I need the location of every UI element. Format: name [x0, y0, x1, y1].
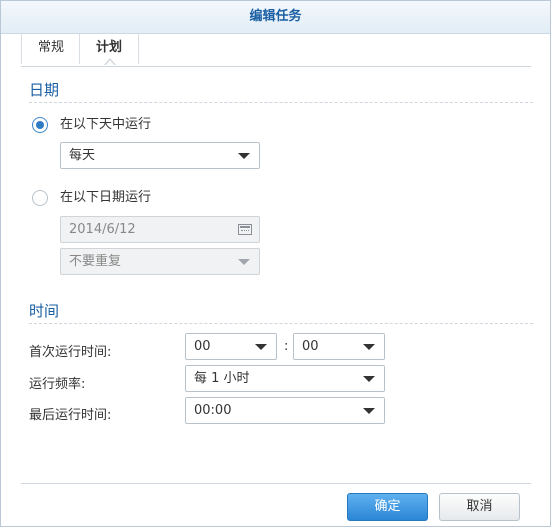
first-run-hour-value: 00 — [194, 339, 211, 354]
frequency-label: 运行频率: — [29, 377, 86, 392]
first-run-minute-select[interactable]: 00 — [293, 333, 385, 360]
first-run-hour-select[interactable]: 00 — [185, 333, 277, 360]
time-separator: : — [284, 339, 289, 354]
edit-task-dialog: 编辑任务 常规 计划 日期 在以下天中运行 每天 在以下日期运行 2014/6/… — [0, 0, 551, 527]
chevron-down-icon — [363, 344, 375, 350]
date-input[interactable]: 2014/6/12 — [60, 216, 260, 243]
chevron-down-icon — [363, 376, 375, 382]
days-select[interactable]: 每天 — [60, 142, 260, 169]
last-run-time-label: 最后运行时间: — [29, 408, 112, 423]
active-tab-indicator — [104, 58, 116, 66]
date-input-value: 2014/6/12 — [69, 222, 136, 237]
tab-bar: 常规 计划 — [21, 34, 531, 67]
first-run-time-label: 首次运行时间: — [29, 345, 112, 360]
first-run-minute-value: 00 — [302, 339, 319, 354]
run-on-days-label: 在以下天中运行 — [60, 117, 152, 132]
chevron-down-icon — [363, 408, 375, 414]
frequency-select[interactable]: 每 1 小时 — [185, 365, 385, 392]
date-section-divider — [29, 102, 533, 103]
title-bar[interactable]: 编辑任务 — [1, 1, 550, 34]
frequency-value: 每 1 小时 — [194, 371, 250, 386]
dialog-title: 编辑任务 — [249, 9, 302, 24]
run-on-date-label: 在以下日期运行 — [60, 190, 152, 205]
time-section-divider — [29, 323, 533, 324]
footer-divider — [21, 483, 531, 484]
days-select-value: 每天 — [69, 148, 96, 163]
chevron-down-icon — [255, 344, 267, 350]
cancel-button[interactable]: 取消 — [439, 493, 520, 521]
time-section-title: 时间 — [29, 302, 60, 320]
repeat-select-value: 不要重复 — [69, 254, 122, 269]
ok-button[interactable]: 确定 — [347, 493, 428, 521]
run-on-date-radio[interactable] — [32, 190, 48, 206]
tab-general[interactable]: 常规 — [21, 34, 80, 64]
chevron-down-icon — [238, 153, 250, 159]
repeat-select[interactable]: 不要重复 — [60, 248, 260, 275]
date-section-title: 日期 — [29, 81, 60, 99]
calendar-icon[interactable] — [238, 224, 252, 235]
run-on-days-radio[interactable] — [32, 117, 48, 133]
chevron-down-icon — [238, 259, 250, 265]
last-run-time-value: 00:00 — [194, 403, 232, 418]
last-run-time-select[interactable]: 00:00 — [185, 397, 385, 424]
